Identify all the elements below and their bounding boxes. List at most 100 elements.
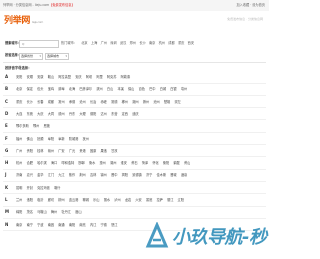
city-link[interactable]: 北京 [16, 87, 22, 91]
city-link[interactable]: 湖州 [110, 161, 116, 165]
city-link[interactable]: 赤峰 [101, 100, 107, 104]
city-link[interactable]: 楚雄 [164, 100, 170, 104]
city-link[interactable]: 恩施 [44, 124, 50, 128]
city-link[interactable]: 晋中 [111, 173, 117, 177]
city-link[interactable]: 常德 [111, 100, 117, 104]
city-link[interactable]: 承德 [69, 100, 75, 104]
city-link[interactable]: 滁州 [143, 100, 149, 104]
city-link[interactable]: 柳州 [58, 198, 64, 202]
city-link[interactable]: 克拉玛依 [37, 186, 50, 190]
city-link[interactable]: 佛山 [27, 137, 33, 141]
post-info-link[interactable]: 【免费发布信息】 [49, 3, 75, 7]
city-link[interactable]: 内江 [90, 223, 96, 227]
city-link[interactable]: 丹东 [69, 112, 75, 116]
city-link[interactable]: 白城 [160, 87, 166, 91]
city-link[interactable]: 南宁 [27, 223, 33, 227]
hot-city-link[interactable]: 北京 [81, 41, 87, 45]
city-link[interactable]: 安阳 [16, 75, 22, 79]
city-link[interactable]: 海口 [51, 161, 57, 165]
city-link[interactable]: 九江 [58, 173, 64, 177]
city-link[interactable]: 绵阳 [16, 210, 22, 214]
city-link[interactable]: 百色 [139, 87, 145, 91]
city-link[interactable]: 巴中 [149, 87, 155, 91]
city-link[interactable]: 宝鸡 [48, 87, 54, 91]
city-link[interactable]: 固原 [90, 149, 96, 153]
city-link[interactable]: 荆州 [79, 173, 85, 177]
city-link[interactable]: 邯郸 [78, 161, 84, 165]
city-link[interactable]: 亳州 [181, 87, 187, 91]
city-link[interactable]: 广安 [58, 149, 64, 153]
city-link[interactable]: 白山 [107, 87, 113, 91]
city-link[interactable]: 黄石 [131, 161, 137, 165]
city-link[interactable]: 达州 [101, 112, 107, 116]
city-link[interactable]: 安顺 [27, 75, 33, 79]
city-link[interactable]: 焦作 [69, 173, 75, 177]
city-link[interactable]: 兰州 [16, 198, 22, 202]
city-link[interactable]: 包头 [37, 87, 43, 91]
city-link[interactable]: 眉山 [75, 210, 81, 214]
hot-city-link[interactable]: 郑州 [130, 41, 136, 45]
city-link[interactable]: 郴州 [122, 100, 128, 104]
city-link[interactable]: 济南 [16, 173, 22, 177]
city-link[interactable]: 安庆 [75, 75, 81, 79]
city-link[interactable]: 福州 [16, 137, 22, 141]
city-link[interactable]: 衡水 [89, 161, 95, 165]
top-bar-right-links[interactable]: 加入收藏 · 设为首页 [236, 0, 265, 11]
city-link[interactable]: 南京 [16, 223, 22, 227]
city-link[interactable]: 保定 [27, 87, 33, 91]
city-link[interactable]: 南昌 [48, 223, 54, 227]
city-select[interactable]: 选择城市 ▾ [45, 53, 69, 60]
city-link[interactable]: 辽阳 [178, 198, 184, 202]
city-link[interactable]: 阿克苏 [107, 75, 117, 79]
city-link[interactable]: 迪庆 [132, 112, 138, 116]
city-link[interactable]: 合肥 [27, 161, 33, 165]
city-link[interactable]: 抚州 [83, 137, 89, 141]
city-link[interactable]: 娄底 [146, 198, 152, 202]
hot-city-link[interactable]: 深圳 [110, 41, 116, 45]
city-link[interactable]: 酒泉 [181, 173, 187, 177]
city-link[interactable]: 金华 [37, 173, 43, 177]
city-link[interactable]: 怒江 [111, 223, 117, 227]
city-link[interactable]: 揭阳 [122, 173, 128, 177]
city-link[interactable]: 开封 [27, 186, 33, 190]
city-link[interactable]: 大理 [79, 112, 85, 116]
city-link[interactable]: 南通 [58, 223, 64, 227]
city-link[interactable]: 景德镇 [132, 173, 142, 177]
city-link[interactable]: 怀化 [152, 161, 158, 165]
city-link[interactable]: 阿勒泰 [121, 75, 131, 79]
city-link[interactable]: 南阳 [69, 223, 75, 227]
city-link[interactable]: 昆明 [16, 186, 22, 190]
city-link[interactable]: 本溪 [117, 87, 123, 91]
city-link[interactable]: 连云港 [69, 198, 79, 202]
city-link[interactable]: 泸州 [114, 198, 120, 202]
city-link[interactable]: 晋城 [170, 173, 176, 177]
hot-city-link[interactable]: 广州 [101, 41, 107, 45]
city-link[interactable]: 宁德 [101, 223, 107, 227]
city-link[interactable]: 滨州 [96, 87, 102, 91]
city-link[interactable]: 崇左 [174, 100, 180, 104]
city-link[interactable]: 济宁 [146, 173, 152, 177]
city-link[interactable]: 茂名 [27, 210, 33, 214]
city-link[interactable]: 阿拉善盟 [58, 75, 71, 79]
city-link[interactable]: 锦州 [101, 173, 107, 177]
hot-city-link[interactable]: 南京 [149, 41, 155, 45]
city-link[interactable]: 沧州 [79, 100, 85, 104]
city-link[interactable]: 菏泽 [142, 161, 148, 165]
city-link[interactable]: 贵阳 [27, 149, 33, 153]
hot-city-link[interactable]: 杭州 [159, 41, 165, 45]
city-link[interactable]: 广元 [69, 149, 75, 153]
city-link[interactable]: 牡丹江 [61, 210, 71, 214]
city-link[interactable]: 定西 [122, 112, 128, 116]
city-link[interactable]: 阿坝 [86, 75, 92, 79]
city-link[interactable]: 六安 [135, 198, 141, 202]
city-link[interactable]: 白银 [170, 87, 176, 91]
city-link[interactable]: 鞍山 [48, 75, 54, 79]
city-link[interactable]: 桂林 [37, 149, 43, 153]
city-link[interactable]: 马鞍山 [37, 210, 47, 214]
city-link[interactable]: 嘉兴 [27, 173, 33, 177]
hot-city-link[interactable]: 武汉 [120, 41, 126, 45]
city-link[interactable]: 赣州 [48, 149, 54, 153]
city-link[interactable]: 廊坊 [48, 198, 54, 202]
hot-city-link[interactable]: 上海 [91, 41, 97, 45]
city-link[interactable]: 长春 [37, 100, 43, 104]
